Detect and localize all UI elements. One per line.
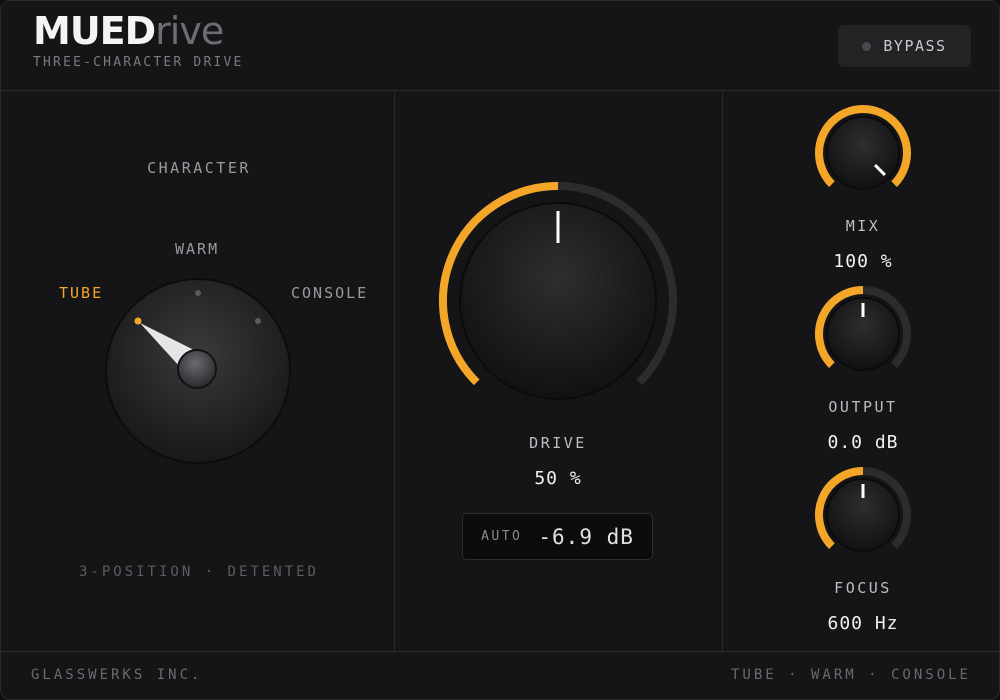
footer: GLASSWERKS INC. TUBE · WARM · CONSOLE [1, 651, 999, 699]
output-value: 0.0 dB [827, 432, 899, 453]
selector-cap [177, 349, 217, 389]
subtitle: THREE-CHARACTER DRIVE [33, 55, 244, 70]
mix-knob[interactable] [808, 98, 918, 208]
auto-gain-value: -6.9 dB [538, 524, 634, 549]
panel-divider [394, 91, 395, 651]
character-selector-knob[interactable] [98, 271, 298, 471]
focus-knob[interactable] [808, 460, 918, 570]
logo-light: rive [155, 9, 224, 53]
auto-gain-readout: AUTO -6.9 dB [462, 513, 653, 560]
drive-label: DRIVE [529, 434, 587, 452]
character-position-console[interactable]: CONSOLE [291, 284, 368, 302]
drive-knob[interactable] [428, 171, 688, 431]
focus-value: 600 Hz [827, 613, 899, 634]
logo: MUEDrive [33, 9, 224, 53]
detent-dot-console [255, 318, 261, 324]
logo-bold: MUED [33, 9, 156, 53]
bypass-indicator-icon [862, 41, 872, 51]
mix-value: 100 % [833, 251, 893, 272]
character-title: CHARACTER [147, 159, 251, 177]
knob-body [826, 116, 900, 190]
focus-label: FOCUS [834, 579, 892, 597]
character-footnote: 3-POSITION · DETENTED [78, 564, 319, 580]
plugin-window: MUEDrive THREE-CHARACTER DRIVE BYPASS CH… [0, 0, 1000, 700]
detent-dot-warm [195, 290, 201, 296]
header: MUEDrive THREE-CHARACTER DRIVE BYPASS [1, 1, 999, 91]
output-label: OUTPUT [828, 398, 898, 416]
auto-label: AUTO [481, 529, 523, 544]
drive-value: 50 % [534, 468, 582, 489]
panel-divider [722, 91, 723, 651]
bypass-button[interactable]: BYPASS [838, 25, 971, 67]
footer-brand: GLASSWERKS INC. [31, 667, 203, 683]
character-position-tube[interactable]: TUBE [59, 284, 103, 302]
mix-label: MIX [845, 217, 881, 235]
footer-modes: TUBE · WARM · CONSOLE [730, 667, 971, 683]
output-knob[interactable] [808, 279, 918, 389]
bypass-label: BYPASS [883, 37, 947, 55]
character-position-warm[interactable]: WARM [175, 240, 219, 258]
